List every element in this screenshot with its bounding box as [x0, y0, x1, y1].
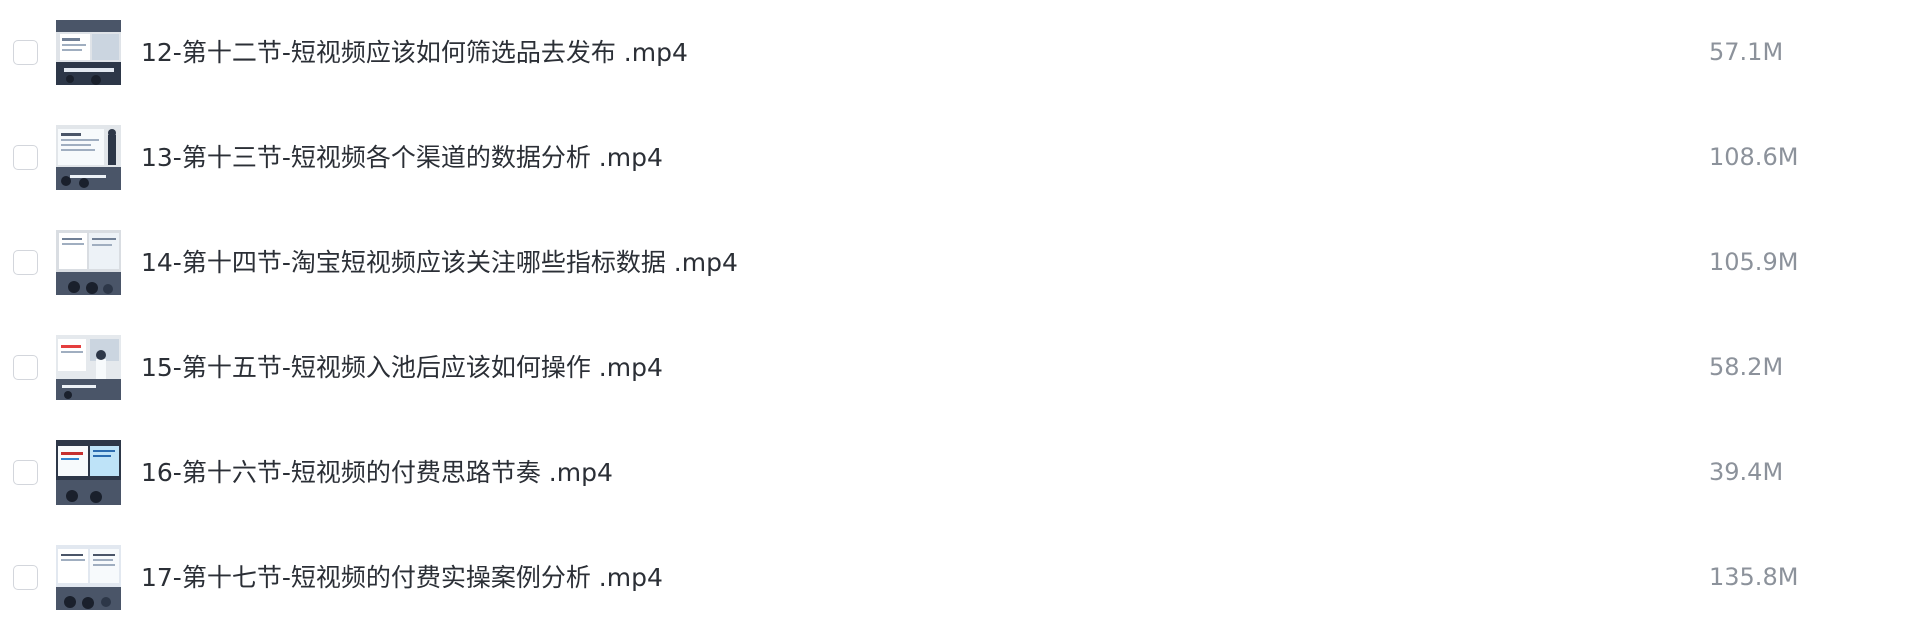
file-size: 57.1M: [1709, 38, 1784, 66]
file-size: 39.4M: [1709, 458, 1784, 486]
video-thumbnail-icon[interactable]: [56, 335, 121, 400]
file-row[interactable]: 17-第十七节-短视频的付费实操案例分析 .mp4 135.8M: [0, 525, 1931, 630]
file-row[interactable]: 13-第十三节-短视频各个渠道的数据分析 .mp4 108.6M: [0, 105, 1931, 210]
row-checkbox[interactable]: [13, 565, 38, 590]
file-name[interactable]: 16-第十六节-短视频的付费思路节奏 .mp4: [141, 456, 613, 489]
file-size: 58.2M: [1709, 353, 1784, 381]
file-size: 105.9M: [1709, 248, 1799, 276]
row-checkbox[interactable]: [13, 460, 38, 485]
file-list: 12-第十二节-短视频应该如何筛选品去发布 .mp4 57.1M 13-第十三节…: [0, 0, 1931, 633]
file-row[interactable]: 12-第十二节-短视频应该如何筛选品去发布 .mp4 57.1M: [0, 0, 1931, 105]
file-name[interactable]: 15-第十五节-短视频入池后应该如何操作 .mp4: [141, 351, 663, 384]
file-row[interactable]: 16-第十六节-短视频的付费思路节奏 .mp4 39.4M: [0, 420, 1931, 525]
video-thumbnail-icon[interactable]: [56, 545, 121, 610]
file-row[interactable]: 14-第十四节-淘宝短视频应该关注哪些指标数据 .mp4 105.9M: [0, 210, 1931, 315]
file-name[interactable]: 13-第十三节-短视频各个渠道的数据分析 .mp4: [141, 141, 663, 174]
video-thumbnail-icon[interactable]: [56, 20, 121, 85]
row-checkbox[interactable]: [13, 355, 38, 380]
row-checkbox[interactable]: [13, 145, 38, 170]
file-name[interactable]: 17-第十七节-短视频的付费实操案例分析 .mp4: [141, 561, 663, 594]
row-checkbox[interactable]: [13, 250, 38, 275]
row-checkbox[interactable]: [13, 40, 38, 65]
file-size: 135.8M: [1709, 563, 1799, 591]
video-thumbnail-icon[interactable]: [56, 230, 121, 295]
video-thumbnail-icon[interactable]: [56, 125, 121, 190]
video-thumbnail-icon[interactable]: [56, 440, 121, 505]
file-name[interactable]: 12-第十二节-短视频应该如何筛选品去发布 .mp4: [141, 36, 688, 69]
file-row[interactable]: 15-第十五节-短视频入池后应该如何操作 .mp4 58.2M: [0, 315, 1931, 420]
file-name[interactable]: 14-第十四节-淘宝短视频应该关注哪些指标数据 .mp4: [141, 246, 738, 279]
file-size: 108.6M: [1709, 143, 1799, 171]
